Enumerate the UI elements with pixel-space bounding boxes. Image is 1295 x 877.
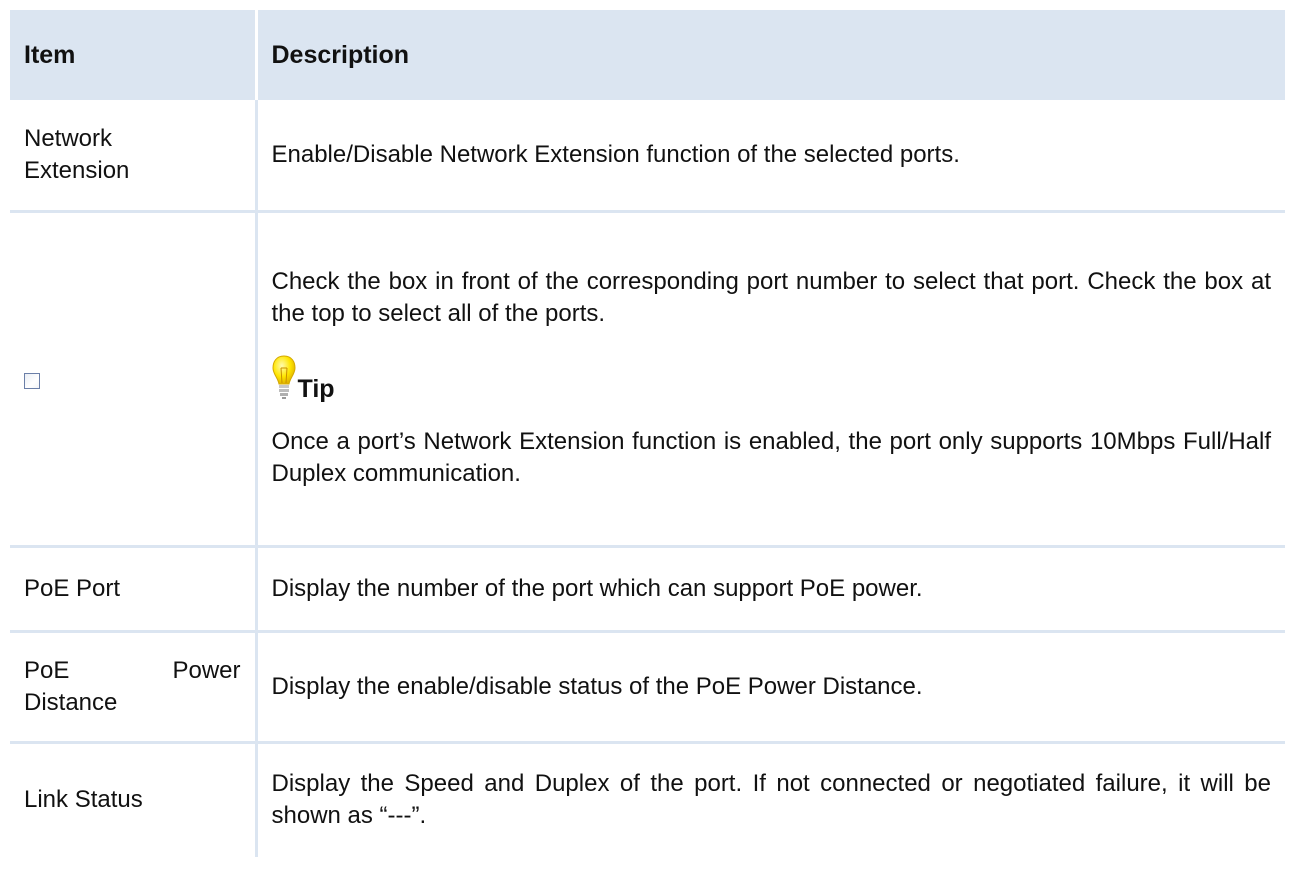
table-row: PoE Power Distance Display the enable/di…	[10, 631, 1285, 744]
item-name: PoE Power Distance	[24, 656, 241, 716]
description-text: Display the Speed and Duplex of the port…	[271, 770, 1272, 830]
tip-label: Tip	[297, 374, 335, 403]
column-header-item: Item	[10, 10, 258, 100]
description-cell: Check the box in front of the correspond…	[256, 211, 1285, 548]
description-cell: Display the Speed and Duplex of the port…	[256, 742, 1285, 857]
description-text: Enable/Disable Network Extension functio…	[271, 140, 960, 168]
description-cell: Display the number of the port which can…	[256, 546, 1285, 633]
tip-text: Once a port’s Network Extension function…	[271, 427, 1272, 487]
item-description-table: Item Description Network Extension Enabl…	[10, 10, 1285, 857]
table-row: Network Extension Enable/Disable Network…	[10, 100, 1285, 213]
item-cell: Network Extension	[10, 100, 258, 213]
description-cell: Display the enable/disable status of the…	[256, 631, 1285, 744]
tip-heading: Tip	[271, 354, 1272, 404]
item-name: PoE Port	[24, 574, 121, 602]
description-cell: Enable/Disable Network Extension functio…	[256, 100, 1285, 213]
description-text: Check the box in front of the correspond…	[271, 267, 1272, 327]
item-cell: PoE Power Distance	[10, 631, 258, 744]
checkbox-icon	[24, 373, 40, 390]
description-text: Display the number of the port which can…	[271, 574, 923, 602]
item-name: Link Status	[24, 786, 143, 814]
table-row: Check the box in front of the correspond…	[10, 211, 1285, 548]
description-text: Display the enable/disable status of the…	[271, 672, 923, 700]
lightbulb-icon	[271, 354, 296, 404]
column-header-description: Description	[256, 10, 1285, 100]
table-row: Link Status Display the Speed and Duplex…	[10, 742, 1285, 857]
item-name: Network Extension	[24, 124, 130, 184]
item-cell	[10, 211, 258, 548]
item-cell: PoE Port	[10, 546, 258, 633]
item-cell: Link Status	[10, 742, 258, 857]
table-header-row: Item Description	[10, 10, 1285, 100]
table-row: PoE Port Display the number of the port …	[10, 546, 1285, 633]
